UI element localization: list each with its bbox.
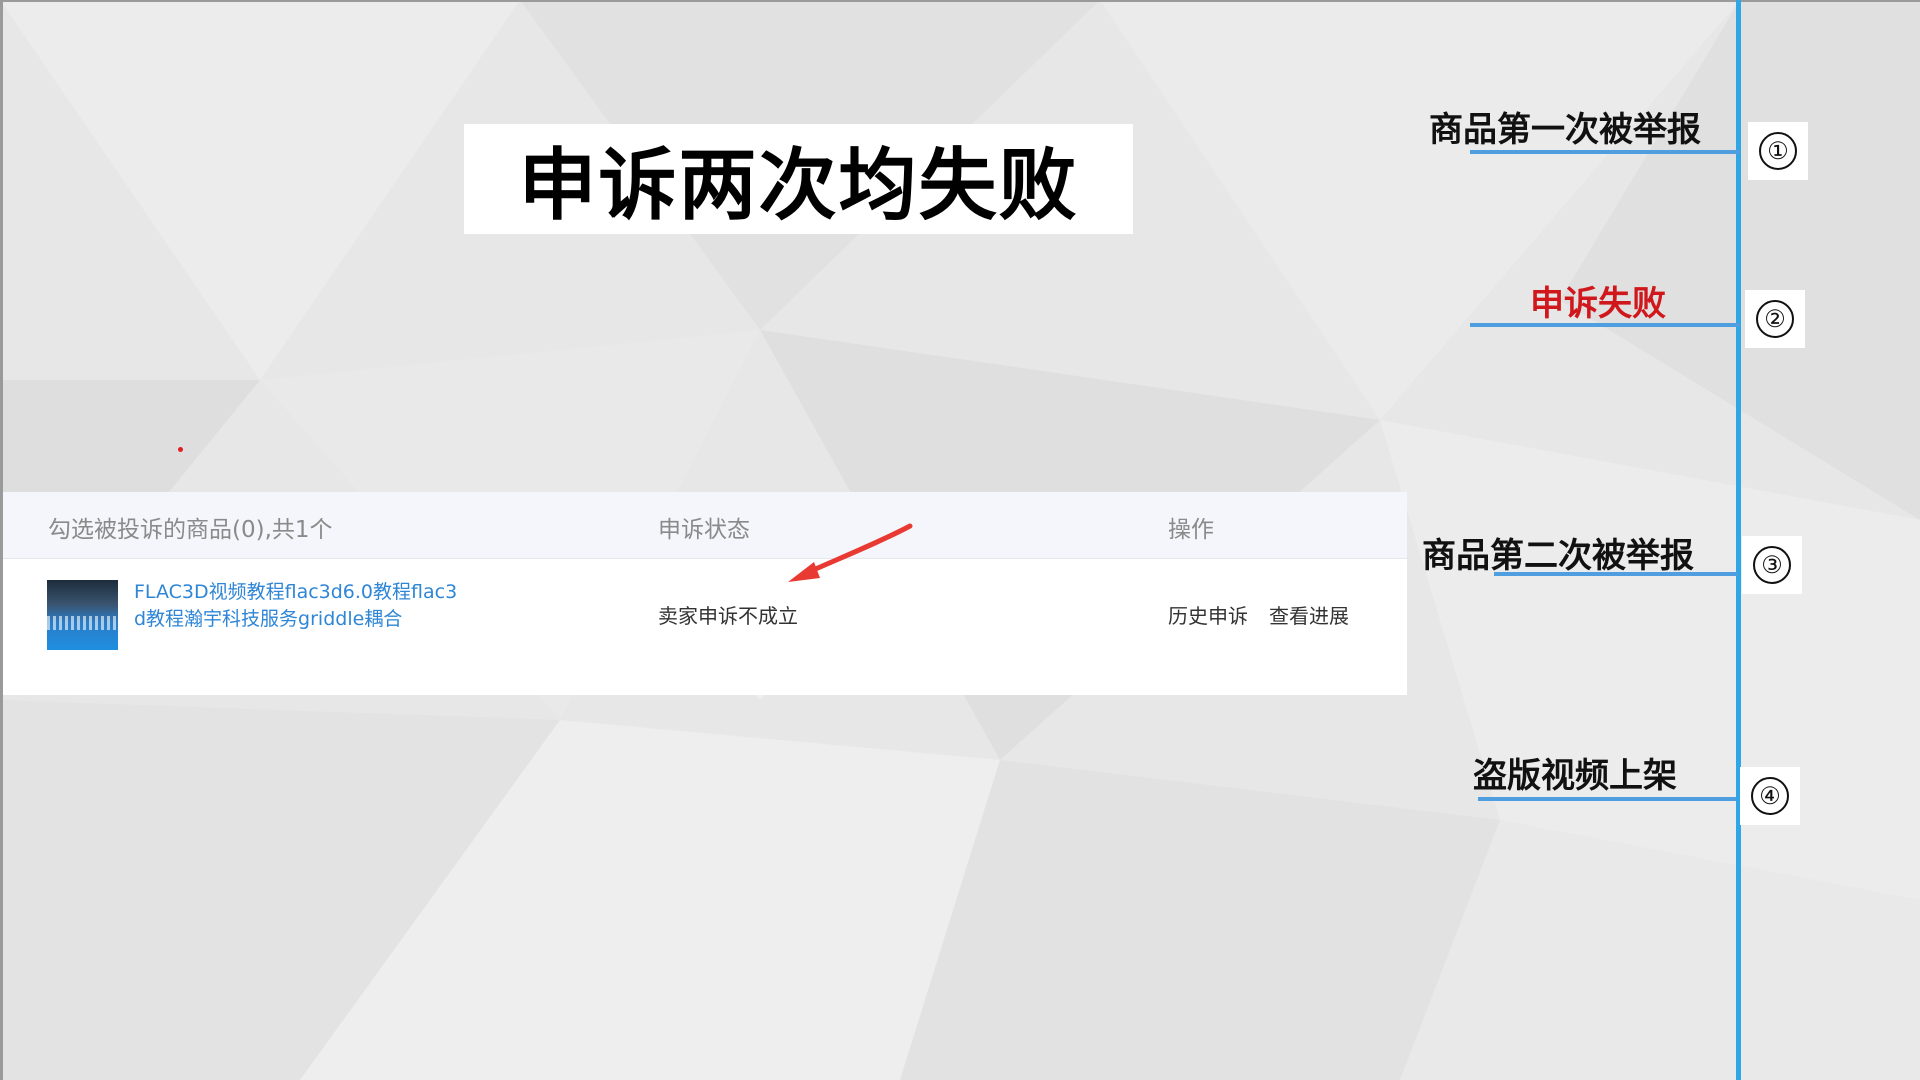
product-name-line2: d教程瀚宇科技服务griddle耦合 xyxy=(134,608,403,630)
pointer-dot xyxy=(178,447,183,452)
timeline-line xyxy=(1736,0,1741,1080)
step-4-marker: ④ xyxy=(1740,767,1800,825)
step-1-number: ① xyxy=(1759,132,1797,170)
step-2-number: ② xyxy=(1756,300,1794,338)
appeal-status: 卖家申诉不成立 xyxy=(658,604,798,628)
frame-top-border xyxy=(0,0,1920,2)
step-3-number: ③ xyxy=(1753,546,1791,584)
step-1-marker: ① xyxy=(1748,122,1808,180)
step-2-marker: ② xyxy=(1745,290,1805,348)
step-3-marker: ③ xyxy=(1742,536,1802,594)
step-3-label: 商品第二次被举报 xyxy=(1422,536,1694,576)
history-appeal-link[interactable]: 历史申诉 xyxy=(1168,600,1248,629)
step-2-underline xyxy=(1470,323,1740,327)
step-4-label: 盗版视频上架 xyxy=(1473,756,1677,796)
step-1-label: 商品第一次被举报 xyxy=(1429,110,1701,150)
view-progress-link[interactable]: 查看进展 xyxy=(1269,600,1349,629)
page-title: 申诉两次均失败 xyxy=(518,141,1079,231)
table-header: 勾选被投诉的商品(0),共1个 申诉状态 操作 xyxy=(3,492,1407,559)
title-box: 申诉两次均失败 xyxy=(464,124,1133,234)
red-arrow xyxy=(788,523,913,582)
header-product: 勾选被投诉的商品(0),共1个 xyxy=(48,517,333,543)
product-thumbnail[interactable] xyxy=(47,580,118,650)
step-3-underline xyxy=(1494,572,1738,576)
header-actions: 操作 xyxy=(1168,517,1214,543)
product-name-line1: FLAC3D视频教程flac3d6.0教程flac3 xyxy=(134,581,458,603)
step-4-underline xyxy=(1478,797,1736,801)
step-4-number: ④ xyxy=(1751,777,1789,815)
step-2-label: 申诉失败 xyxy=(1530,284,1666,324)
step-1-underline xyxy=(1470,150,1740,154)
complaint-table: 勾选被投诉的商品(0),共1个 申诉状态 操作 FLAC3D视频教程flac3d… xyxy=(3,492,1407,695)
product-link[interactable]: FLAC3D视频教程flac3d6.0教程flac3 d教程瀚宇科技服务grid… xyxy=(134,579,474,633)
header-status: 申诉状态 xyxy=(658,517,750,543)
